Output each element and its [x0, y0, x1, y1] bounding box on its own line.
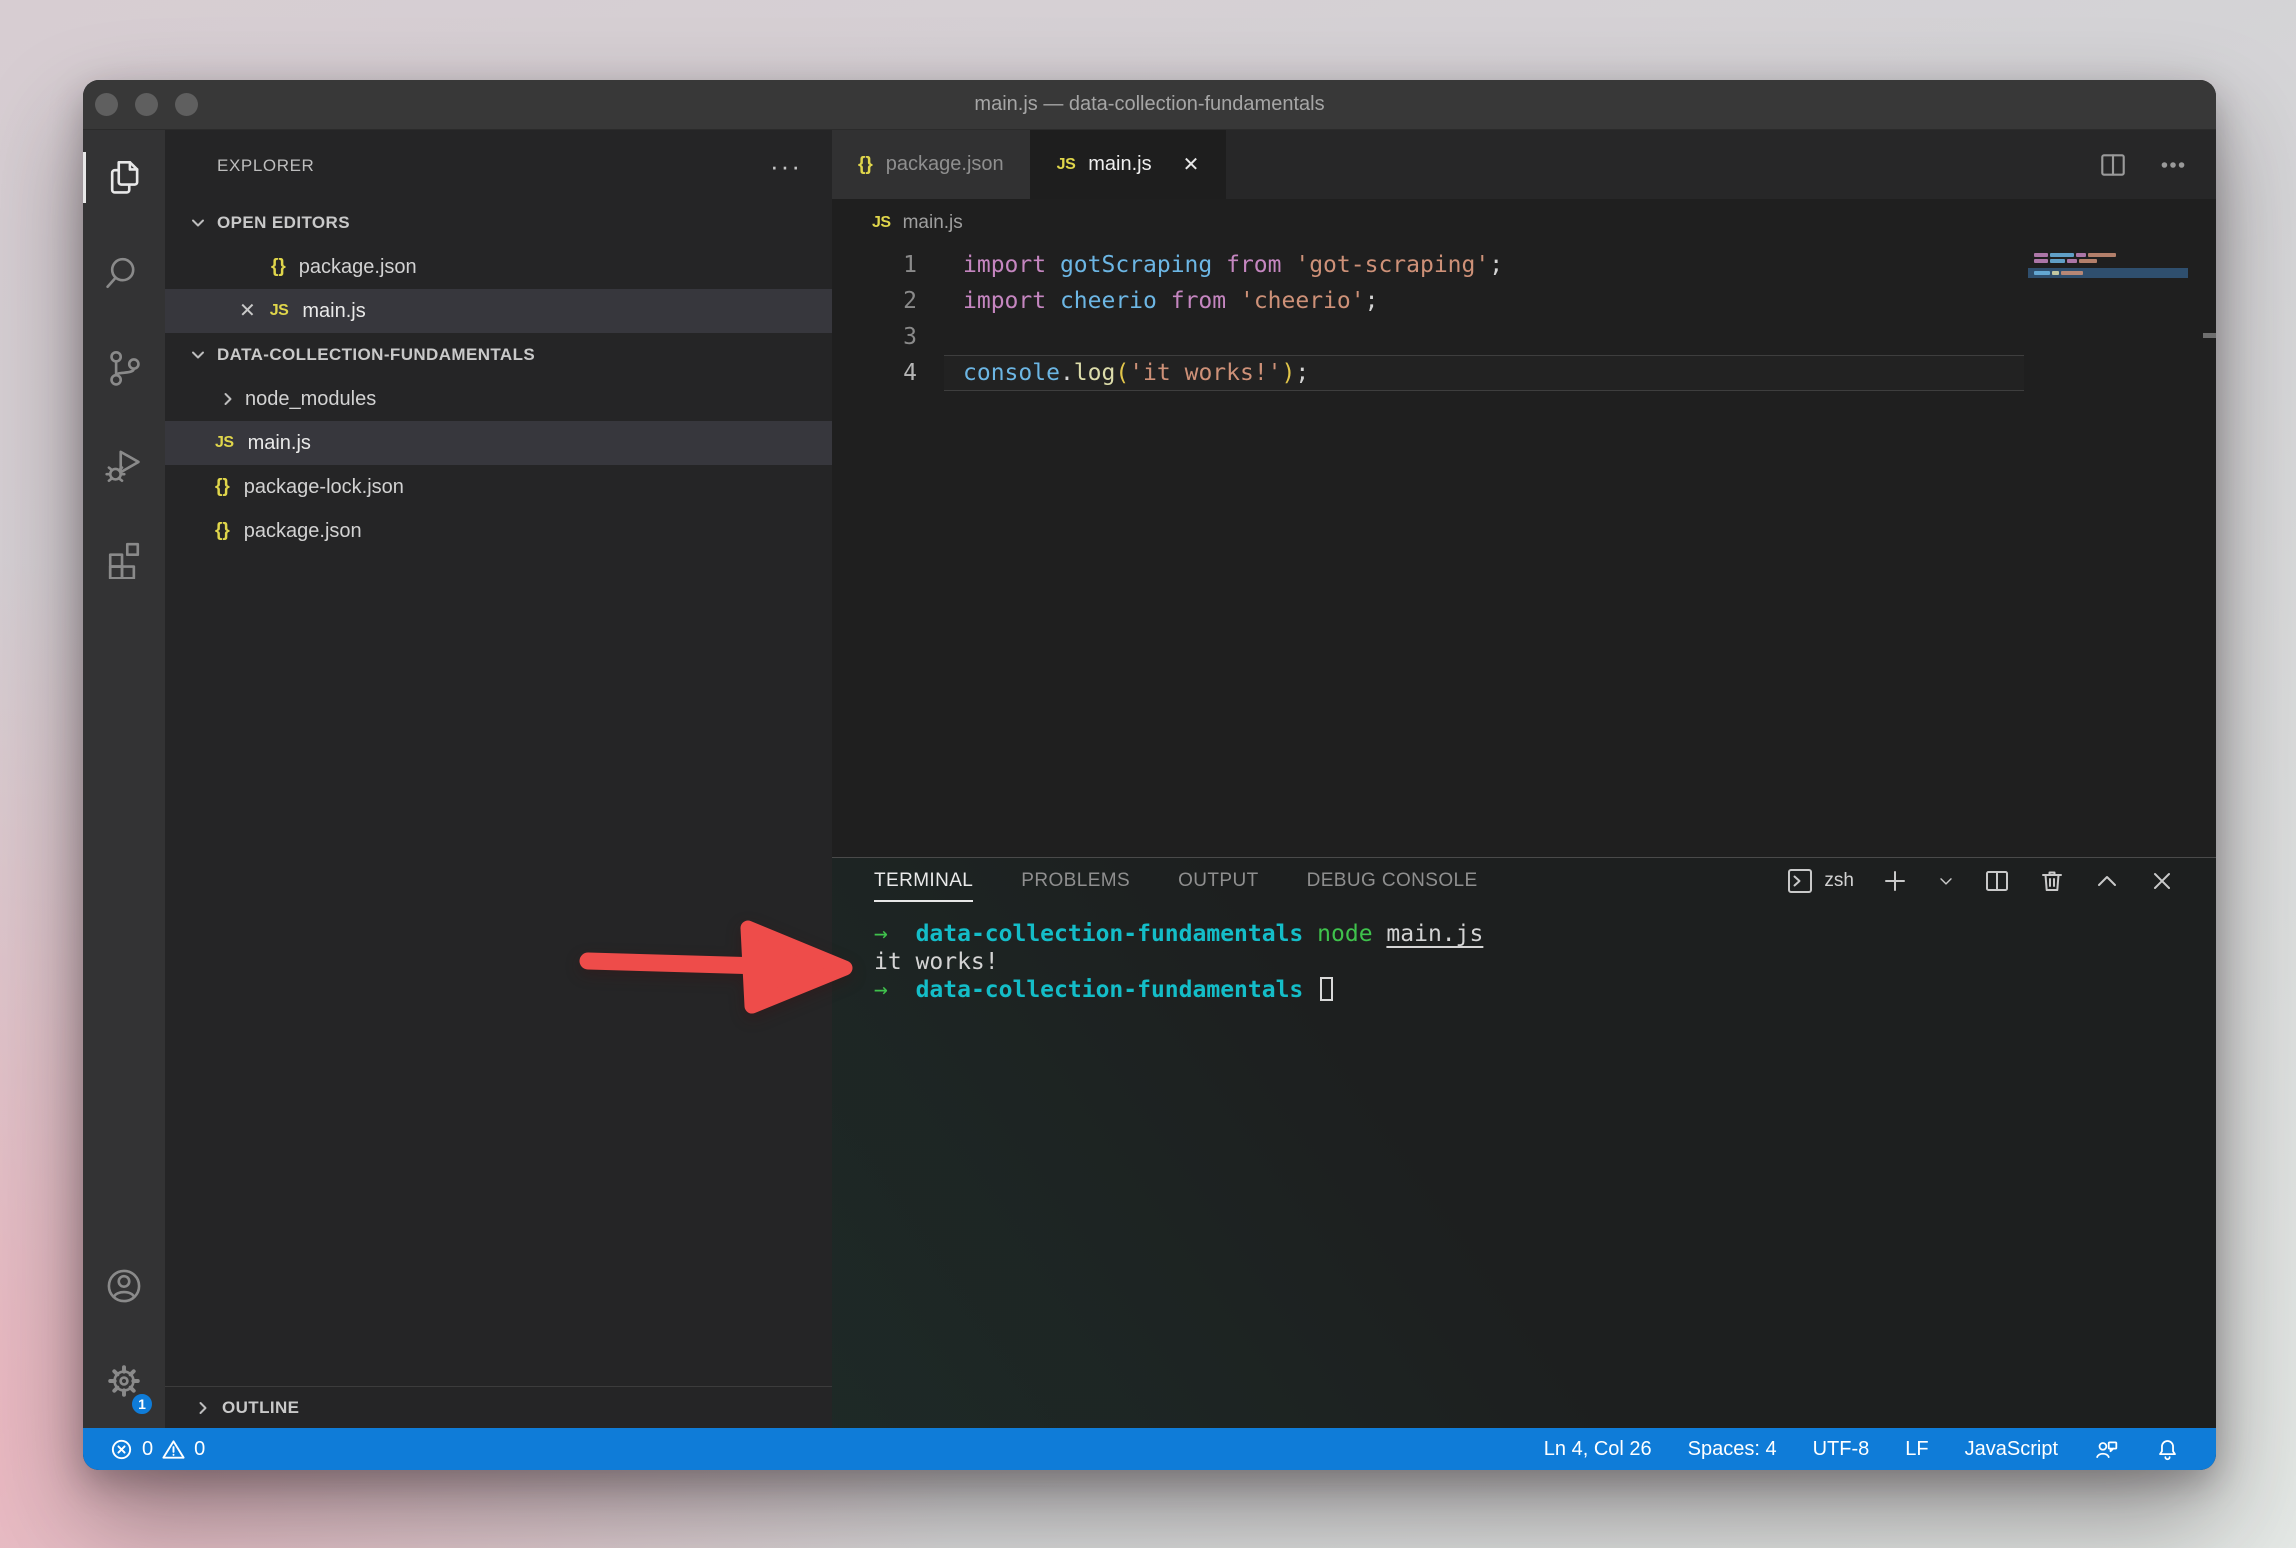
account-icon [103, 1265, 145, 1307]
json-file-icon: {} [271, 256, 286, 278]
vscode-window: main.js — data-collection-fundamentals [83, 80, 2216, 1470]
tree-item-node-modules[interactable]: node_modules [165, 377, 832, 421]
new-terminal-icon[interactable] [1881, 867, 1909, 895]
terminal-icon [1786, 867, 1814, 895]
feedback-icon[interactable] [2094, 1437, 2119, 1462]
code-line-3[interactable]: 3 [832, 319, 2216, 355]
terminal-output[interactable]: → data-collection-fundamentals node main… [832, 904, 2216, 1004]
warning-icon [161, 1437, 186, 1462]
status-bar: 0 0 Ln 4, Col 26 Spaces: 4 UTF-8 LF Java… [83, 1428, 2216, 1470]
open-editor-item-packagejson[interactable]: {} package.json [165, 245, 832, 289]
split-terminal-icon[interactable] [1983, 867, 2011, 895]
terminal-panel: TERMINAL PROBLEMS OUTPUT DEBUG CONSOLE z… [832, 857, 2216, 1428]
tab-problems[interactable]: PROBLEMS [1021, 862, 1130, 900]
overview-ruler-marker [2203, 333, 2216, 338]
tab-terminal[interactable]: TERMINAL [874, 862, 973, 900]
source-control-activity-button[interactable] [83, 320, 165, 415]
explorer-sidebar: EXPLORER ··· OPEN EDITORS {} package.jso… [165, 130, 832, 1428]
window-controls [95, 80, 198, 129]
account-button[interactable] [83, 1238, 165, 1333]
sidebar-title: EXPLORER [217, 156, 314, 176]
problems-status[interactable]: 0 0 [109, 1437, 205, 1462]
window-title: main.js — data-collection-fundamentals [974, 93, 1324, 116]
breadcrumb[interactable]: JS main.js [832, 199, 2216, 247]
tree-item-package-lock[interactable]: {} package-lock.json [165, 465, 832, 509]
json-file-icon: {} [858, 154, 873, 176]
minimap[interactable] [2028, 251, 2188, 278]
editor-group: {} package.json JS main.js ✕ JS [832, 130, 2216, 1428]
settings-badge: 1 [130, 1392, 154, 1416]
code-editor[interactable]: 1import gotScraping from 'got-scraping';… [832, 247, 2216, 857]
terminal-line: it works! [874, 948, 2216, 976]
trash-icon[interactable] [2038, 867, 2066, 895]
titlebar: main.js — data-collection-fundamentals [83, 80, 2216, 130]
panel-header: TERMINAL PROBLEMS OUTPUT DEBUG CONSOLE z… [832, 858, 2216, 904]
terminal-line: → data-collection-fundamentals [874, 976, 2216, 1004]
js-file-icon: JS [1057, 156, 1076, 174]
minimize-window-button[interactable] [135, 93, 158, 116]
source-control-icon [103, 347, 145, 389]
close-icon[interactable]: ✕ [239, 301, 256, 321]
chevron-down-icon [190, 215, 206, 231]
js-file-icon: JS [270, 302, 289, 320]
more-actions-icon[interactable] [2158, 150, 2188, 180]
chevron-up-icon[interactable] [2093, 867, 2121, 895]
code-line-4[interactable]: 4console.log('it works!'); [832, 355, 2216, 391]
tab-debug-console[interactable]: DEBUG CONSOLE [1307, 862, 1478, 900]
code-line-1[interactable]: 1import gotScraping from 'got-scraping'; [832, 247, 2216, 283]
chevron-down-icon [190, 347, 206, 363]
extensions-icon [103, 537, 145, 579]
run-debug-icon [103, 442, 145, 484]
line-number: 4 [832, 355, 917, 391]
files-icon [103, 157, 145, 199]
workspace-section-header[interactable]: DATA-COLLECTION-FUNDAMENTALS [165, 333, 832, 377]
zoom-window-button[interactable] [175, 93, 198, 116]
tab-output[interactable]: OUTPUT [1178, 862, 1259, 900]
terminal-line: → data-collection-fundamentals node main… [874, 920, 2216, 948]
chevron-right-icon [195, 1400, 211, 1416]
tab-mainjs[interactable]: JS main.js ✕ [1031, 130, 1227, 199]
search-icon [103, 252, 145, 294]
js-file-icon: JS [872, 214, 891, 232]
outline-section-header[interactable]: OUTLINE [165, 1386, 832, 1428]
language-mode-status[interactable]: JavaScript [1965, 1438, 2058, 1461]
cursor-position-status[interactable]: Ln 4, Col 26 [1544, 1438, 1652, 1461]
line-number: 2 [832, 283, 917, 319]
close-panel-icon[interactable] [2148, 867, 2176, 895]
tree-item-packagejson[interactable]: {} package.json [165, 509, 832, 553]
tab-bar: {} package.json JS main.js ✕ [832, 130, 2216, 199]
line-number: 3 [832, 319, 917, 355]
code-lines: 1import gotScraping from 'got-scraping';… [832, 247, 2216, 391]
line-number: 1 [832, 247, 917, 283]
run-debug-activity-button[interactable] [83, 415, 165, 510]
tree-item-mainjs[interactable]: JS main.js [165, 421, 832, 465]
explorer-activity-button[interactable] [83, 130, 165, 225]
tab-packagejson[interactable]: {} package.json [832, 130, 1031, 199]
chevron-right-icon [220, 391, 236, 407]
close-window-button[interactable] [95, 93, 118, 116]
json-file-icon: {} [215, 476, 230, 498]
json-file-icon: {} [215, 520, 230, 542]
eol-status[interactable]: LF [1905, 1438, 1928, 1461]
terminal-cursor [1320, 977, 1333, 1001]
settings-button[interactable]: 1 [83, 1333, 165, 1428]
open-editors-section-header[interactable]: OPEN EDITORS [165, 201, 832, 245]
js-file-icon: JS [215, 434, 234, 452]
shell-selector[interactable]: zsh [1786, 867, 1854, 895]
sidebar-more-actions-button[interactable]: ··· [770, 161, 802, 171]
desktop-background: main.js — data-collection-fundamentals [0, 0, 2296, 1548]
bell-icon[interactable] [2155, 1437, 2180, 1462]
extensions-activity-button[interactable] [83, 510, 165, 605]
split-editor-icon[interactable] [2098, 150, 2128, 180]
activity-bar: 1 [83, 130, 165, 1428]
error-icon [109, 1437, 134, 1462]
code-line-2[interactable]: 2import cheerio from 'cheerio'; [832, 283, 2216, 319]
chevron-down-icon[interactable] [1936, 871, 1956, 891]
encoding-status[interactable]: UTF-8 [1813, 1438, 1870, 1461]
indentation-status[interactable]: Spaces: 4 [1688, 1438, 1777, 1461]
open-editor-item-mainjs[interactable]: ✕ JS main.js [165, 289, 832, 333]
search-activity-button[interactable] [83, 225, 165, 320]
close-tab-icon[interactable]: ✕ [1183, 152, 1200, 177]
